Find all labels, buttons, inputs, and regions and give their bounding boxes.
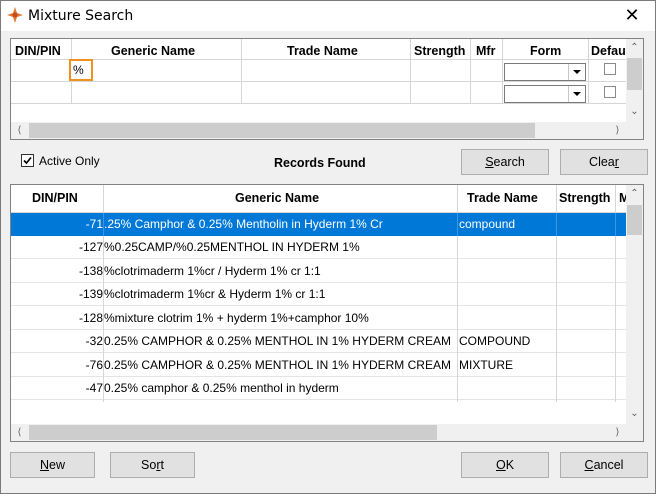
table-row[interactable]: -138 %clotrimaderm 1%cr / Hyderm 1% cr 1:… [11,259,626,283]
sort-button[interactable]: Sort [110,452,195,478]
col-header-strength: Strength [414,44,466,58]
records-found-label: Records Found [274,156,366,170]
form-dropdown-row2[interactable] [504,85,586,103]
cancel-button[interactable]: Cancel [560,452,648,478]
cell-generic-name: .25% Camphor & 0.25% Mentholin in Hyderm… [104,216,383,231]
cell-generic-name: %clotrimaderm 1%cr & Hyderm 1% cr 1:1 [104,287,326,301]
col-header-trade-name: Trade Name [467,191,538,205]
cell-trade-name [459,377,555,400]
active-only-label: Active Only [39,154,100,168]
col-header-generic-name: Generic Name [111,44,196,58]
cell-generic-name: 0.25% CAMPHOR & 0.25% MENTHOL IN 1% HYDE… [104,357,451,372]
default-checkbox-row2[interactable] [604,86,616,98]
cell-trade-name [459,283,555,306]
col-header-din-pin: DIN/PIN [32,191,78,205]
cell-din-pin: -76 [85,357,103,372]
scroll-up-icon[interactable]: ⌃ [626,185,643,202]
scroll-right-icon[interactable]: ⟩ [609,122,626,139]
scroll-thumb[interactable] [627,205,642,235]
scroll-left-icon[interactable]: ⟨ [11,122,28,139]
scroll-thumb[interactable] [627,58,642,90]
table-row[interactable]: -32 0.25% CAMPHOR & 0.25% MENTHOL IN 1% H… [11,330,626,353]
table-row[interactable]: -139 %clotrimaderm 1%cr & Hyderm 1% cr 1:… [11,283,626,306]
table-row[interactable]: -71.25% Camphor & 0.25% Mentholin in Hyd… [11,212,626,236]
cell-generic-name: 0.25% camphor & 0.25% menthol in hyderm [104,381,339,395]
title-bar: Mixture Search ✕ [1,1,655,31]
col-header-default: Defau [591,44,626,58]
col-header-form: Form [530,44,562,58]
chevron-down-icon [568,86,585,102]
scroll-right-icon[interactable]: ⟩ [609,424,626,441]
checkmark-icon [23,156,32,165]
col-header-din-pin: DIN/PIN [15,44,61,58]
close-button[interactable]: ✕ [609,1,655,31]
clear-button[interactable]: Clear [560,149,648,175]
default-checkbox-row1[interactable] [604,63,616,75]
scroll-down-icon[interactable]: ⌄ [626,405,643,422]
cell-din-pin: -47 [85,381,103,395]
window-title: Mixture Search [28,8,134,24]
col-header-strength: Strength [559,191,611,205]
cell-din-pin: -127 [78,240,103,254]
search-button[interactable]: Search [461,149,549,175]
col-header-trade-name: Trade Name [287,44,358,58]
search-grid-horizontal-scrollbar[interactable]: ⟨ ⟩ [11,122,626,139]
cell-din-pin: -32 [85,334,103,348]
cell-trade-name [459,236,555,259]
generic-name-search-input[interactable]: % [69,59,93,81]
search-grid-vertical-scrollbar[interactable]: ⌃ ⌄ [626,39,643,122]
cell-trade-name [459,260,555,283]
table-row[interactable]: -47 0.25% camphor & 0.25% menthol in hyde… [11,377,626,400]
cell-trade-name: COMPOUND [459,334,531,348]
app-icon [7,7,23,23]
results-grid: DIN/PIN Generic Name Trade Name Strength… [10,184,644,442]
form-dropdown-row1[interactable] [504,63,586,81]
scroll-thumb[interactable] [29,123,535,138]
cell-din-pin: -128 [78,310,103,325]
generic-name-search-value: % [73,63,84,77]
col-header-generic-name: Generic Name [235,191,320,205]
chevron-down-icon [568,64,585,80]
new-button[interactable]: New [10,452,95,478]
search-criteria-grid: DIN/PIN Generic Name Trade Name Strength… [10,38,644,140]
scroll-thumb[interactable] [29,425,437,440]
close-icon: ✕ [624,5,640,26]
cell-trade-name: compound [459,216,516,231]
cell-din-pin: -138 [78,263,103,278]
cell-generic-name: %mixture clotrim 1% + hyderm 1%+camphor … [104,310,369,325]
results-vertical-scrollbar[interactable]: ⌃ ⌄ [626,185,643,424]
table-row[interactable]: -128 %mixture clotrim 1% + hyderm 1%+camp… [11,306,626,330]
cell-generic-name: 0.25% CAMPHOR & 0.25% MENTHOL IN 1% HYDE… [104,334,451,348]
table-row[interactable]: -76 0.25% CAMPHOR & 0.25% MENTHOL IN 1% H… [11,353,626,377]
scroll-left-icon[interactable]: ⟨ [11,424,28,441]
col-header-mfr: Mfr [476,44,496,58]
cell-din-pin: -71 [85,216,103,231]
cell-generic-name: %clotrimaderm 1%cr / Hyderm 1% cr 1:1 [104,263,321,278]
cell-trade-name [459,307,555,330]
mixture-search-window: Mixture Search ✕ DIN/PIN Generic Name Tr… [0,0,656,494]
cell-din-pin: -139 [78,287,103,301]
active-only-checkbox[interactable] [21,154,34,167]
scroll-down-icon[interactable]: ⌄ [626,103,643,120]
scroll-up-icon[interactable]: ⌃ [626,39,643,56]
cell-trade-name: MIXTURE [459,357,513,372]
table-row[interactable]: -127 %0.25CAMP/%0.25MENTHOL IN HYDERM 1% [11,236,626,259]
ok-button[interactable]: OK [461,452,549,478]
results-horizontal-scrollbar[interactable]: ⟨ ⟩ [11,424,626,441]
cell-generic-name: %0.25CAMP/%0.25MENTHOL IN HYDERM 1% [104,240,360,254]
